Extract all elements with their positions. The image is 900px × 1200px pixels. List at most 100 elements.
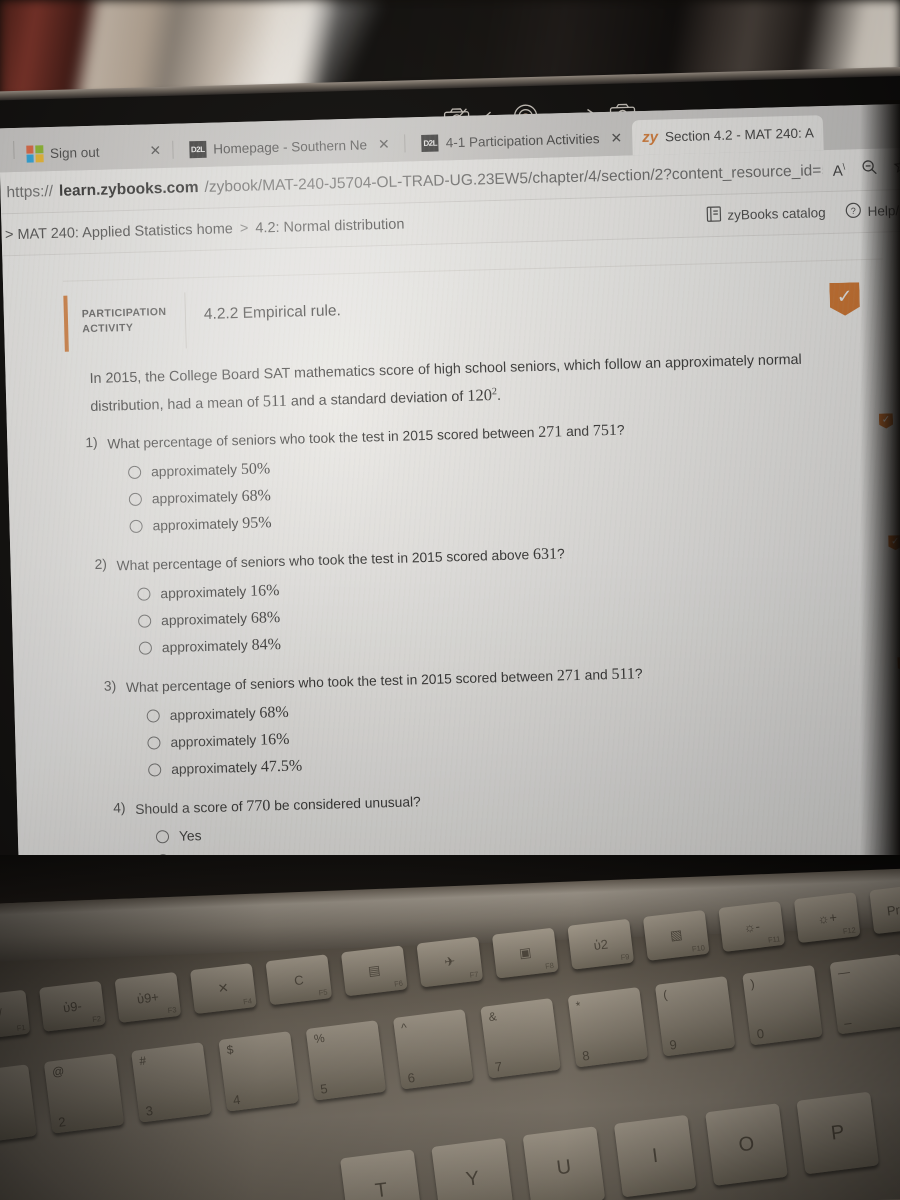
key-–[interactable]: — – [829, 953, 900, 1035]
breadcrumb-section: 4.2: Normal distribution [255, 215, 405, 237]
d2l-icon: D2L [189, 140, 207, 159]
display-key-glyph: ▧ [669, 926, 684, 944]
key-Y[interactable]: Y [431, 1137, 514, 1200]
close-icon[interactable]: ✕ [610, 130, 622, 147]
option-label: approximately 16% [160, 581, 280, 601]
brightness-up-key-fn-label: F12 [842, 925, 857, 936]
laptop-screen: earch ✕ Sign out ✕ D2L Homepage - Southe… [0, 103, 900, 924]
volume-up-key[interactable]: ὐ9+ F3 [114, 971, 182, 1023]
key-I[interactable]: I [613, 1114, 697, 1198]
question-list: ✓ 1) What percentage of seniors who took… [67, 398, 899, 870]
breadcrumb: y > MAT 240: Applied Statistics home > 4… [0, 216, 405, 243]
print-screen-key[interactable]: PrtSc [869, 883, 900, 935]
question-index: 1) [85, 434, 98, 451]
radio-button[interactable] [138, 641, 153, 656]
key-P[interactable]: P [796, 1091, 880, 1175]
radio-button[interactable] [128, 493, 143, 507]
breadcrumb-course[interactable]: MAT 240: Applied Statistics home [17, 221, 233, 243]
key-2[interactable]: @2 [43, 1053, 125, 1134]
touchpad-key[interactable]: ▤ F6 [340, 945, 408, 997]
key-base-label: 3 [144, 1102, 154, 1119]
browser-tab-section-42[interactable]: zy Section 4.2 - MAT 240: A [631, 115, 824, 156]
mute-key[interactable]: ᴐ⧸ F1 [0, 989, 31, 1041]
key-T[interactable]: T [340, 1149, 423, 1200]
key-base-label: 9 [668, 1036, 678, 1053]
radio-button[interactable] [138, 614, 152, 629]
radio-button[interactable] [147, 736, 161, 750]
key-base-label: 4 [232, 1091, 242, 1108]
radio-button[interactable] [137, 587, 151, 602]
camera-key[interactable]: ▣ F8 [491, 927, 559, 979]
url-path: /zybook/MAT-240-J5704-OL-TRAD-UG.23EW5/c… [204, 161, 823, 196]
mic-mute-key[interactable]: ✕ F4 [189, 963, 257, 1015]
question-text: What percentage of seniors who took the … [125, 665, 643, 695]
question-1: ✓ 1) What percentage of seniors who took… [85, 410, 890, 537]
mute-key-fn-label: F1 [16, 1022, 27, 1033]
photo-shadow-right [860, 100, 900, 860]
prompt-line2c: . [496, 387, 502, 404]
key-base-label: 6 [406, 1069, 416, 1086]
option-label: approximately 16% [170, 730, 290, 750]
lock-key[interactable]: ὑ2 F9 [567, 918, 635, 970]
breadcrumb-prefix: y > [0, 226, 14, 244]
d2l-icon: D2L [421, 134, 439, 152]
key-4[interactable]: $4 [218, 1031, 299, 1112]
key-7[interactable]: & 7 [480, 998, 561, 1079]
browser-tab-participation-activities[interactable]: D2L 4-1 Participation Activities ✕ [410, 120, 632, 162]
question-index: 4) [113, 799, 126, 816]
key-5[interactable]: % 5 [305, 1020, 387, 1101]
key-O[interactable]: O [705, 1103, 788, 1186]
brightness-down-key[interactable]: ☼- F11 [718, 901, 786, 952]
key-8[interactable]: * 8 [567, 987, 649, 1068]
radio-button[interactable] [146, 709, 160, 723]
key-base-label: 8 [581, 1047, 591, 1064]
activity-kind: PARTICIPATION ACTIVITY [67, 292, 187, 352]
question-text: What percentage of seniors who took the … [107, 421, 625, 452]
key-letter-label: P [829, 1120, 846, 1145]
browser-tab-homepage[interactable]: D2L Homepage - Southern Ne ✕ [177, 126, 400, 168]
question-index: 3) [103, 678, 117, 694]
key-U[interactable]: U [522, 1126, 606, 1200]
airplane-mode-key[interactable]: ✈ F7 [416, 936, 484, 988]
key-1[interactable]: !1 [0, 1064, 37, 1145]
prompt-line2b: and a standard deviation of [286, 388, 468, 410]
camera-key-fn-label: F8 [544, 960, 555, 971]
display-key[interactable]: ▧ F10 [642, 909, 710, 961]
close-icon[interactable]: ✕ [0, 146, 1, 163]
close-icon[interactable]: ✕ [149, 142, 161, 159]
question-text: What percentage of seniors who took the … [116, 545, 565, 574]
radio-button[interactable] [148, 763, 162, 777]
key-letter-label: O [737, 1132, 756, 1156]
key-letter-label: I [650, 1144, 660, 1167]
brightness-up-key[interactable]: ☼+ F12 [793, 892, 861, 944]
prompt-mean-value: 511 [262, 390, 288, 410]
mic-mute-key-glyph: ✕ [216, 979, 230, 997]
c-key[interactable]: C F5 [265, 954, 333, 1006]
volume-down-key[interactable]: ὐ9- F2 [39, 980, 106, 1032]
close-icon[interactable]: ✕ [378, 136, 390, 153]
key-6[interactable]: ^ 6 [392, 1009, 474, 1090]
key-shift-label: # [138, 1053, 147, 1069]
key-9[interactable]: (9 [654, 976, 736, 1057]
browser-tab-signout[interactable]: earch ✕ Sign out [0, 134, 110, 175]
breadcrumb-separator: > [239, 220, 249, 237]
prompt-sd-value: 120 [466, 384, 493, 405]
radio-button[interactable] [155, 829, 170, 844]
key-base-label: 2 [57, 1114, 67, 1130]
volume-up-key-fn-label: F3 [167, 1005, 177, 1016]
key-3[interactable]: #3 [131, 1042, 212, 1123]
c-key-glyph: C [293, 971, 305, 988]
option-label: approximately 95% [152, 514, 272, 534]
mute-key-glyph: ᴐ⧸ [0, 1006, 4, 1023]
check-icon: ✓ [836, 286, 853, 308]
radio-button[interactable] [129, 520, 143, 534]
zybooks-catalog-link[interactable]: zyBooks catalog [706, 203, 826, 225]
key-0[interactable]: ) 0 [742, 964, 823, 1046]
c-key-fn-label: F5 [318, 987, 328, 998]
brightness-down-key-fn-label: F11 [767, 934, 781, 945]
key-shift-label: ( [662, 987, 669, 1003]
read-aloud-icon[interactable]: A\ [832, 161, 845, 179]
radio-button[interactable] [127, 466, 142, 480]
question-3: ✓ 3) What percentage of seniors who took… [92, 654, 897, 781]
question-index: 2) [94, 556, 108, 572]
